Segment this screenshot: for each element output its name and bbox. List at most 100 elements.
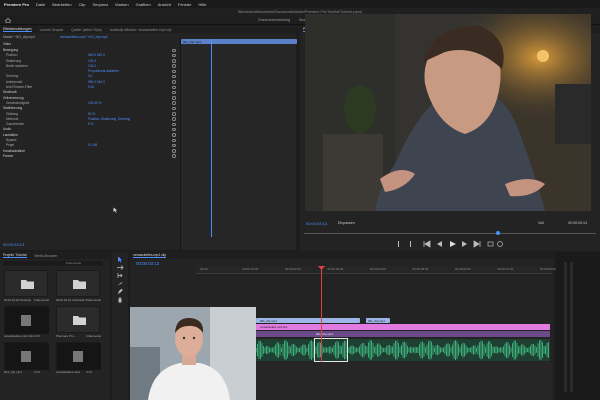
source-label[interactable]: Master * 001_clip.mp4 (3, 35, 35, 39)
home-icon[interactable] (5, 18, 11, 23)
reset-icon[interactable] (172, 96, 176, 100)
reset-icon[interactable] (172, 143, 176, 148)
quality-select[interactable]: Voll (538, 221, 544, 225)
selected-audio-clip[interactable] (314, 338, 348, 362)
ruler-tick-label: 00:00 (200, 266, 208, 271)
play-icon[interactable] (450, 241, 456, 247)
menu-fenster[interactable]: Fenster (178, 2, 192, 7)
effect-row-value[interactable]: Proportional skalieren (88, 69, 119, 73)
hand-icon[interactable] (116, 296, 124, 303)
go-to-out-icon[interactable] (473, 240, 481, 248)
menu-hilfe[interactable]: Hilfe (198, 2, 206, 7)
reset-icon[interactable] (172, 74, 176, 79)
clip-v1-sub[interactable]: 001_clip.mp4 (256, 331, 550, 337)
tab-media-browser[interactable]: Media-Browser (35, 254, 58, 258)
program-scrubber[interactable] (304, 233, 596, 234)
reset-icon[interactable] (172, 117, 176, 121)
reset-icon[interactable] (172, 53, 176, 58)
mark-in-icon[interactable] (398, 241, 399, 247)
reset-icon[interactable] (172, 90, 176, 95)
effect-row-value[interactable]: 100,0 (88, 59, 96, 63)
menu-grafiken[interactable]: Grafiken (136, 2, 151, 7)
effect-row-label: Kanallautstärke (3, 148, 25, 153)
clip-v2-b[interactable]: 001_clip.mp4 (366, 318, 390, 323)
clip-v2-a[interactable]: 001_clip.mp4 (256, 318, 360, 323)
effect-mini-timeline[interactable]: 001_clip.mp4 (180, 39, 297, 250)
effect-row-value[interactable]: 0,00 (88, 85, 94, 89)
tab-sequence[interactable]: verwackeltes.mp4 clip (133, 253, 167, 258)
timeline-ruler[interactable]: 00:00 00:00:01:00 00:00:02:00 00:00:03:00 00… (196, 266, 556, 273)
effect-row-label: Pegel (6, 143, 15, 148)
menu-sequenz[interactable]: Sequenz (93, 2, 109, 7)
menu-datei[interactable]: Datei (36, 2, 45, 7)
audio-waveform-track[interactable] (256, 339, 550, 361)
effect-row-value[interactable]: 960,0 540,0 (88, 80, 105, 84)
mini-clip[interactable]: 001_clip.mp4 (181, 39, 297, 44)
reset-icon[interactable] (172, 101, 176, 105)
reset-icon[interactable] (172, 106, 176, 111)
tab-project[interactable]: Projekt: Tutorial (3, 253, 27, 258)
project-item-thumb[interactable] (56, 342, 101, 370)
step-back-icon[interactable] (437, 241, 442, 247)
effect-row-value[interactable]: 0,0 (88, 74, 92, 78)
program-playhead[interactable] (496, 231, 500, 235)
reset-icon[interactable] (172, 122, 176, 127)
reset-icon[interactable] (172, 138, 176, 143)
reset-icon[interactable] (172, 80, 176, 84)
project-item-thumb[interactable] (56, 306, 100, 333)
timeline-timecode[interactable]: 00:00:03:13 (136, 261, 159, 266)
effect-row-value[interactable]: 100,00 % (88, 101, 101, 105)
clip-v1[interactable]: verwackeltes.mp4 clip (256, 324, 550, 330)
lift-icon[interactable] (487, 241, 494, 247)
project-item-thumb[interactable] (4, 342, 49, 370)
ripple-edit-icon[interactable] (116, 272, 124, 279)
program-timecode[interactable]: 00:00:03:13 (306, 221, 327, 226)
menu-ansicht[interactable]: Ansicht (158, 2, 171, 7)
select-tool-icon[interactable] (116, 256, 124, 263)
reset-icon[interactable] (172, 64, 176, 68)
menu-marken[interactable]: Marken (115, 2, 128, 7)
effect-row-value[interactable]: 50 % (88, 112, 95, 116)
step-forward-icon[interactable] (462, 241, 467, 247)
reset-icon[interactable] (172, 149, 176, 153)
project-item-thumb[interactable] (4, 270, 48, 297)
effect-row-value[interactable]: 100,0 (88, 64, 96, 68)
tab-zusammenstellung[interactable]: Zusammenstellung (258, 18, 290, 23)
reset-icon[interactable] (172, 69, 176, 74)
project-item-thumb[interactable] (4, 306, 49, 334)
tab-audioclip-mischer[interactable]: Audioclip-Mischer: verwackeltes.mp4 clip (110, 28, 172, 32)
pen-icon[interactable] (116, 288, 124, 295)
effect-row-value[interactable]: 960,0 540,0 (88, 53, 105, 57)
camera-icon[interactable] (497, 241, 503, 247)
tab-quelle[interactable]: Quelle: (keine Clips) (71, 28, 102, 32)
mark-out-icon[interactable] (410, 241, 411, 247)
tab-lumetri-scopes[interactable]: Lumetri Scopes (40, 28, 64, 32)
effect-row-value[interactable]: 0,0 dB (88, 143, 97, 147)
effect-row-value[interactable]: Position, Skalierung, Drehung (88, 117, 130, 121)
sequence-label[interactable]: verwackeltes.mp4 * 001_clip.mp4 (60, 35, 107, 39)
reset-icon[interactable] (172, 127, 176, 132)
reset-icon[interactable] (172, 133, 176, 137)
track-select-icon[interactable] (116, 264, 124, 271)
effect-row-label: Anti-Flimmer-Filter (6, 85, 33, 90)
clip-thumbnail-icon (5, 307, 49, 334)
fit-select[interactable]: Einpassen (338, 221, 355, 225)
go-to-in-icon[interactable] (423, 240, 431, 248)
app-name[interactable]: Premiere Pro (4, 2, 29, 7)
tab-effekteinstellungen[interactable]: Effekteinstellungen (3, 27, 32, 32)
menu-bearbeiten[interactable]: Bearbeiten (52, 2, 71, 7)
project-item-name: verwackeltes.mp4 (56, 370, 81, 374)
effect-row-value[interactable]: 5 % (88, 122, 94, 126)
mini-playhead[interactable] (211, 39, 212, 237)
reset-icon[interactable] (172, 112, 176, 116)
razor-icon[interactable] (116, 280, 124, 287)
project-item-thumb[interactable] (56, 270, 100, 297)
reset-icon[interactable] (172, 48, 176, 52)
effect-timecode[interactable]: 00:00:03:13 (3, 242, 24, 247)
reset-icon[interactable] (172, 59, 176, 63)
reset-icon[interactable] (172, 154, 176, 158)
effect-row[interactable]: Panner (0, 154, 180, 159)
project-search-input[interactable] (3, 261, 103, 266)
reset-icon[interactable] (172, 85, 176, 90)
menu-clip[interactable]: Clip (79, 2, 86, 7)
